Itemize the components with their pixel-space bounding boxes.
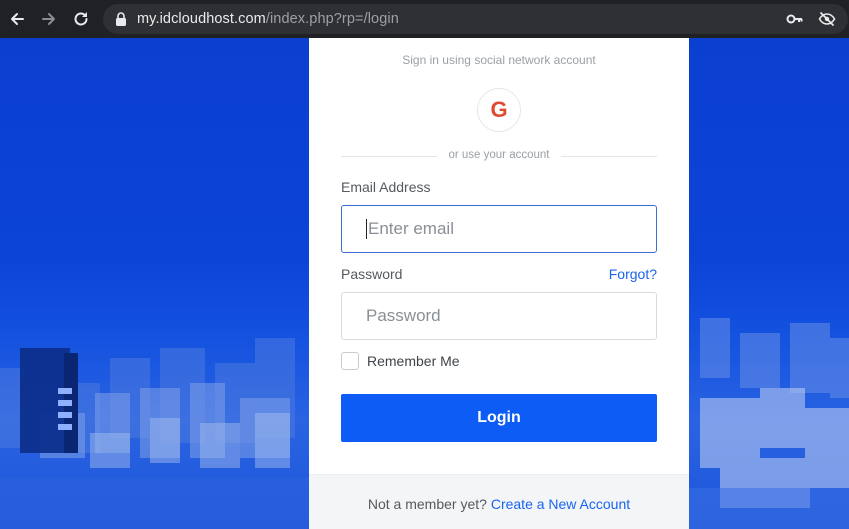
reload-icon[interactable] (69, 7, 93, 31)
url-path: /index.php?rp=/login (265, 11, 399, 27)
email-field[interactable]: Enter email (341, 205, 657, 253)
password-placeholder: Password (366, 306, 441, 325)
forgot-password-link[interactable]: Forgot? (609, 266, 657, 282)
browser-toolbar: my.idcloudhost.com/index.php?rp=/login (0, 0, 849, 38)
back-arrow-icon[interactable] (5, 7, 29, 31)
address-bar[interactable]: my.idcloudhost.com/index.php?rp=/login (103, 4, 848, 34)
google-icon: G (490, 97, 508, 122)
text-caret (366, 219, 367, 239)
lock-icon[interactable] (115, 12, 127, 26)
url-host: my.idcloudhost.com (137, 11, 266, 27)
not-member-text: Not a member yet? (367, 496, 487, 512)
login-button[interactable]: Login (341, 394, 657, 442)
signup-text: Not a member yet? Create a New Account (309, 496, 689, 512)
password-field[interactable]: Password (341, 292, 657, 340)
divider-text: or use your account (448, 149, 550, 161)
url-text[interactable]: my.idcloudhost.com/index.php?rp=/login (137, 11, 399, 27)
create-account-link[interactable]: Create a New Account (491, 496, 630, 512)
google-login-button[interactable]: G (477, 88, 521, 132)
email-placeholder: Enter email (368, 219, 454, 238)
forward-arrow-icon[interactable] (37, 7, 61, 31)
signup-footer: Not a member yet? Create a New Account (309, 474, 689, 529)
remember-me-checkbox[interactable] (341, 352, 359, 370)
login-card: Sign in using social network account G o… (309, 38, 689, 529)
social-login-heading: Sign in using social network account (402, 53, 596, 67)
eye-off-icon[interactable] (818, 11, 836, 27)
password-label: Password (341, 266, 403, 282)
key-icon[interactable] (786, 11, 804, 27)
email-label: Email Address (341, 179, 431, 195)
remember-me-label[interactable]: Remember Me (367, 353, 460, 369)
